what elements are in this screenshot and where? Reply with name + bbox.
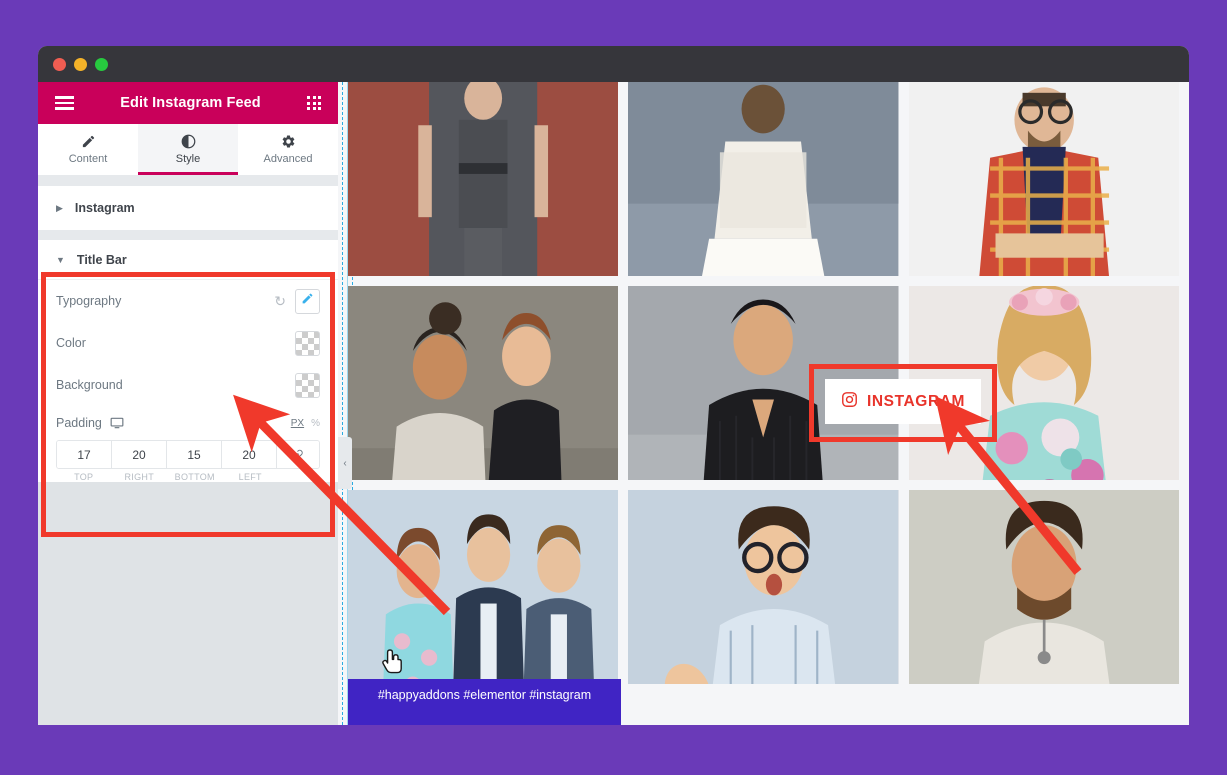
panel-header: Edit Instagram Feed <box>38 82 338 124</box>
link-icon[interactable] <box>277 441 319 468</box>
unit-percent[interactable]: % <box>311 418 320 429</box>
feed-item[interactable] <box>628 82 899 276</box>
section-title-bar: ▼ Title Bar Typography ↻ Color Backgroun… <box>38 240 338 482</box>
tab-content-label: Content <box>68 153 108 165</box>
hamburger-icon[interactable] <box>55 96 74 110</box>
color-swatch-button[interactable] <box>295 330 320 356</box>
preview-canvas: #happyaddons #elementor #instagram INSTA… <box>338 82 1189 725</box>
gear-icon <box>281 134 296 149</box>
contrast-icon <box>181 134 196 149</box>
elementor-panel: Edit Instagram Feed Content Style Advanc… <box>38 82 352 725</box>
panel-divider-1 <box>38 176 338 186</box>
tab-advanced-label: Advanced <box>263 153 313 165</box>
padding-bottom-input[interactable]: 15 <box>167 441 222 468</box>
control-padding-header: Padding PX % <box>38 406 338 440</box>
control-background: Background <box>38 364 338 406</box>
padding-top-input[interactable]: 17 <box>57 441 112 468</box>
window-titlebar <box>38 46 1189 82</box>
page-title: Edit Instagram Feed <box>120 95 261 111</box>
feed-caption-text: #happyaddons #elementor #instagram <box>377 688 592 702</box>
panel-collapse-handle[interactable]: ‹ <box>338 437 352 489</box>
background-swatch-button[interactable] <box>295 372 320 398</box>
desktop-icon[interactable] <box>110 416 124 430</box>
control-typography-label: Typography <box>56 294 122 308</box>
padding-left-input[interactable]: 20 <box>222 441 277 468</box>
feed-item[interactable] <box>908 490 1179 684</box>
feed-item[interactable] <box>348 286 619 480</box>
unit-px[interactable]: PX <box>291 418 304 429</box>
control-color: Color <box>38 322 338 364</box>
control-padding-label: Padding <box>56 416 102 430</box>
tab-style[interactable]: Style <box>138 124 238 175</box>
feed-item[interactable] <box>348 490 619 684</box>
instagram-icon <box>841 391 858 413</box>
control-color-label: Color <box>56 336 86 350</box>
instagram-title-bar-button[interactable]: INSTAGRAM <box>825 379 981 424</box>
chevron-down-icon: ▼ <box>56 254 65 265</box>
tab-style-label: Style <box>175 153 201 165</box>
padding-labels: TOP RIGHT BOTTOM LEFT <box>56 472 320 482</box>
feed-item[interactable] <box>348 82 619 276</box>
maximize-window-button[interactable] <box>95 57 108 71</box>
close-window-button[interactable] <box>53 57 66 71</box>
padding-left-label: LEFT <box>238 472 262 482</box>
padding-top-label: TOP <box>74 472 94 482</box>
canvas-guide-dashed-left <box>342 82 343 725</box>
screenshot-root: Edit Instagram Feed Content Style Advanc… <box>0 0 1227 775</box>
padding-inputs: 17 20 15 20 <box>56 440 320 469</box>
browser-window: Edit Instagram Feed Content Style Advanc… <box>38 46 1189 725</box>
apps-grid-icon[interactable] <box>307 96 321 110</box>
chevron-right-icon: ▶ <box>56 202 63 213</box>
padding-right-input[interactable]: 20 <box>112 441 167 468</box>
reset-icon[interactable]: ↻ <box>274 294 286 308</box>
feed-caption: #happyaddons #elementor #instagram <box>348 679 621 725</box>
minimize-window-button[interactable] <box>74 57 87 71</box>
padding-right-label: RIGHT <box>124 472 154 482</box>
padding-bottom-label: BOTTOM <box>174 472 215 482</box>
pencil-icon <box>301 292 314 310</box>
instagram-feed-grid <box>348 82 1179 684</box>
section-instagram[interactable]: ▶ Instagram <box>38 186 338 230</box>
typography-edit-button[interactable] <box>295 288 320 314</box>
instagram-button-label: INSTAGRAM <box>866 392 966 410</box>
feed-item[interactable] <box>628 490 899 684</box>
control-background-label: Background <box>56 378 123 392</box>
section-instagram-label: Instagram <box>74 201 135 215</box>
panel-divider-2 <box>38 230 338 240</box>
panel-tabs: Content Style Advanced <box>38 124 338 176</box>
section-title-bar-header[interactable]: ▼ Title Bar <box>38 240 338 280</box>
window-body: Edit Instagram Feed Content Style Advanc… <box>38 82 1189 725</box>
tab-advanced[interactable]: Advanced <box>238 124 338 175</box>
control-typography: Typography ↻ <box>38 280 338 322</box>
padding-unit-switcher: PX % <box>291 418 320 429</box>
section-title-bar-label: Title Bar <box>76 252 127 267</box>
feed-item[interactable] <box>908 82 1179 276</box>
tab-content[interactable]: Content <box>38 124 138 175</box>
padding-link-label <box>278 472 320 482</box>
pencil-icon <box>81 134 96 149</box>
